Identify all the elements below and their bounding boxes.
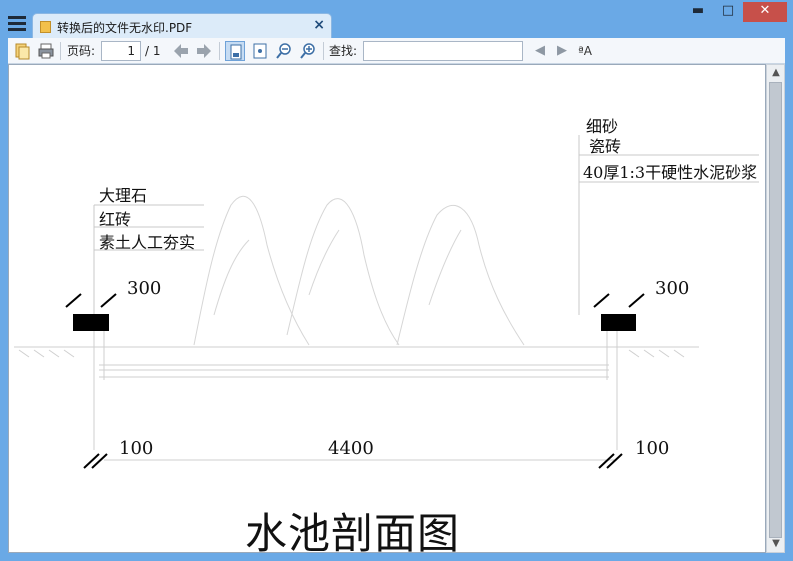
close-window-button[interactable]: ✕ (743, 2, 787, 22)
page-number-input[interactable]: 1 (101, 41, 141, 61)
open-file-icon[interactable] (12, 41, 32, 61)
left-coping-block (73, 314, 109, 331)
toolbar-separator (60, 42, 61, 60)
document-icon (40, 21, 51, 33)
search-input[interactable] (363, 41, 523, 61)
rock-sketch (193, 195, 525, 346)
cad-drawing (14, 135, 759, 469)
page-label: 页码: (67, 44, 96, 58)
dimension-label: 100 (119, 438, 154, 459)
title-bar: 转换后的文件无水印.PDF × ▬ □ ✕ (0, 0, 793, 39)
menu-icon[interactable] (8, 16, 26, 32)
scroll-up-icon[interactable]: ▲ (770, 66, 782, 80)
toolbar-separator (219, 42, 220, 60)
minimize-button[interactable]: ▬ (683, 2, 713, 22)
print-icon[interactable] (36, 41, 56, 61)
layer-label: 大理石 (99, 186, 148, 205)
document-tab-title: 转换后的文件无水印.PDF (57, 21, 193, 35)
fit-page-icon[interactable] (250, 41, 270, 61)
search-label: 查找: (329, 44, 358, 58)
toolbar: 页码: 1 / 1 查找: ◀ ▶ ªA (8, 38, 785, 64)
layer-label: 40厚1:3干硬性水泥砂浆 (583, 163, 758, 182)
drawing-title: 水池剖面图 (245, 509, 461, 553)
zoom-out-icon[interactable] (274, 41, 294, 61)
dimension-label: 300 (127, 278, 162, 299)
document-viewport[interactable]: 大理石 红砖 素土人工夯实 细砂 瓷砖 40厚1:3干硬性水泥砂浆 300 30… (8, 64, 766, 553)
vertical-scrollbar[interactable]: ▲ ▼ (766, 64, 785, 553)
layer-label: 瓷砖 (589, 137, 622, 156)
document-tab[interactable]: 转换后的文件无水印.PDF × (32, 13, 332, 39)
find-next-icon[interactable]: ▶ (552, 41, 572, 61)
maximize-button[interactable]: □ (713, 2, 743, 22)
zoom-in-icon[interactable] (298, 41, 318, 61)
find-previous-icon[interactable]: ◀ (530, 41, 550, 61)
pdf-viewer-window: 转换后的文件无水印.PDF × ▬ □ ✕ 页码: 1 / 1 查找: ◀ ▶ … (0, 0, 793, 561)
fit-width-icon[interactable] (225, 41, 245, 61)
dimension-label: 4400 (328, 438, 374, 459)
previous-page-icon[interactable] (171, 41, 191, 61)
next-page-icon[interactable] (194, 41, 214, 61)
dimension-label: 100 (635, 438, 670, 459)
layer-label: 红砖 (99, 210, 132, 229)
toolbar-separator (323, 42, 324, 60)
window-controls: ▬ □ ✕ (683, 2, 787, 22)
scroll-down-icon[interactable]: ▼ (770, 537, 782, 551)
scroll-thumb[interactable] (769, 82, 782, 538)
layer-label: 素土人工夯实 (99, 233, 196, 252)
close-tab-icon[interactable]: × (313, 17, 325, 33)
match-case-icon[interactable]: ªA (575, 41, 595, 61)
total-pages: / 1 (145, 44, 161, 58)
dimension-label: 300 (655, 278, 690, 299)
right-coping-block (601, 314, 636, 331)
